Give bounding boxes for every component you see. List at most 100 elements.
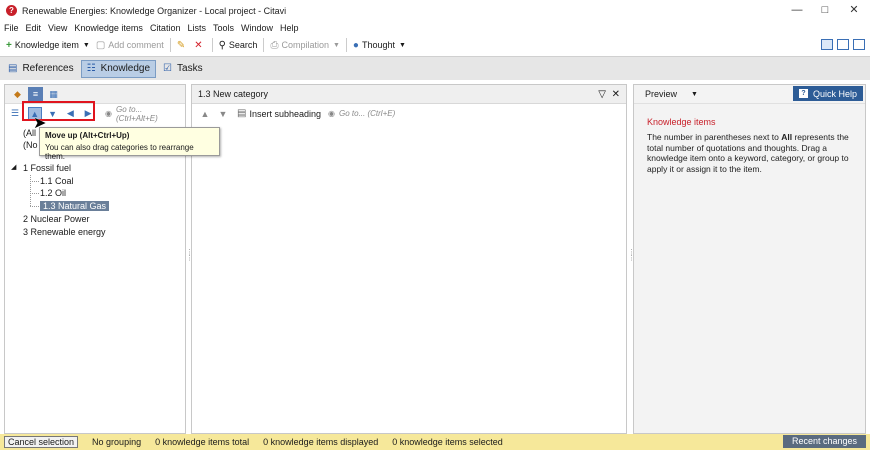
layout-view-1-button[interactable] (821, 39, 833, 50)
tree-item-renewable-energy[interactable]: 3 Renewable energy (23, 227, 106, 237)
preview-header: Preview ▼ ? Quick Help (634, 85, 865, 104)
toolbar-separator (263, 38, 265, 52)
main-toolbar: + Knowledge item ▼ ▢ Add comment ✎ ✕ ⚲ S… (0, 36, 870, 54)
delete-icon: ✕ (194, 39, 203, 51)
tree-connector (30, 181, 39, 182)
maximize-button[interactable]: □ (811, 0, 839, 21)
knowledge-items-panel: 1.3 New category ▽ ✕ ▲ ▼ ▤ Insert subhea… (191, 84, 627, 434)
keywords-tab[interactable]: ◆ (10, 87, 25, 102)
add-category-button[interactable]: ☰ (8, 107, 22, 121)
menu-knowledge-items[interactable]: Knowledge items (74, 23, 143, 33)
quick-help-label: Quick Help (812, 88, 857, 99)
subheading-icon: ▤ (237, 108, 247, 119)
close-window-button[interactable]: ✕ (840, 0, 868, 21)
right-splitter-handle[interactable]: ⋮ ⋮ (628, 249, 635, 268)
lightbulb-icon: ● (352, 39, 359, 51)
arrow-down-icon: ▼ (218, 108, 228, 119)
help-text-bold: All (781, 132, 793, 142)
quick-help-button[interactable]: ? Quick Help (792, 86, 863, 101)
thought-button[interactable]: ● Thought ▼ (350, 37, 409, 53)
preview-dropdown[interactable]: Preview (645, 89, 677, 99)
toolbar-separator (345, 38, 347, 52)
total-status: 0 knowledge items total (155, 437, 250, 447)
insert-subheading-label: Insert subheading (249, 108, 322, 119)
tree-item-natural-gas[interactable]: 1.3 Natural Gas (40, 201, 110, 211)
filter-icon[interactable]: ▽ (598, 89, 606, 100)
left-splitter-handle[interactable]: ⋮ ⋮ (186, 249, 193, 268)
tree-item-nuclear-power[interactable]: 2 Nuclear Power (23, 214, 90, 224)
groups-tab[interactable]: ▦ (46, 87, 61, 102)
citavi-logo-icon: ? (6, 5, 17, 16)
categories-icon: ≡ (32, 89, 39, 99)
goto-placeholder: Go to... (Ctrl+E) (339, 109, 396, 118)
cancel-selection-button[interactable]: Cancel selection (4, 436, 79, 448)
toolbar-separator (169, 38, 171, 52)
compilation-button[interactable]: ⎙ Compilation ▼ (267, 37, 342, 53)
status-bar: Cancel selection No grouping 0 knowledge… (0, 434, 870, 450)
search-label: Search (228, 40, 258, 50)
edit-button[interactable]: ✎ (174, 37, 191, 53)
knowledge-item-label: Knowledge item (14, 40, 79, 50)
menu-bar: File Edit View Knowledge items Citation … (0, 21, 870, 35)
menu-lists[interactable]: Lists (187, 23, 206, 33)
goto-category-input[interactable]: ◉ Go to... (Ctrl+Alt+E) (105, 105, 185, 123)
tab-tasks-label: Tasks (177, 63, 203, 74)
tree-connector (30, 206, 39, 207)
goto-icon: ◉ (105, 109, 112, 118)
grouping-status: No grouping (92, 437, 142, 447)
menu-edit[interactable]: Edit (26, 23, 42, 33)
layout-view-2-button[interactable] (837, 39, 849, 50)
thought-label: Thought (361, 40, 395, 50)
outline-down-button[interactable]: ▼ (216, 107, 230, 121)
tree-item-coal[interactable]: 1.1 Coal (40, 176, 74, 186)
add-category-icon: ☰ (10, 108, 19, 118)
tree-item-fossil-fuel[interactable]: 1 Fossil fuel (23, 163, 71, 173)
delete-button[interactable]: ✕ (191, 37, 208, 53)
tree-connector (30, 193, 39, 194)
plus-icon: + (6, 39, 12, 51)
tab-references[interactable]: ▤ References (3, 60, 79, 78)
tab-tasks[interactable]: ☑ Tasks (158, 60, 208, 78)
categories-tab[interactable]: ≡ (28, 86, 43, 102)
menu-view[interactable]: View (48, 23, 67, 33)
new-knowledge-item-button[interactable]: + Knowledge item ▼ (3, 37, 93, 53)
move-up-tooltip: Move up (Alt+Ctrl+Up) You can also drag … (39, 127, 220, 161)
goto-placeholder: Go to... (Ctrl+Alt+E) (116, 104, 158, 123)
menu-file[interactable]: File (4, 23, 19, 33)
menu-citation[interactable]: Citation (150, 23, 181, 33)
tab-knowledge-label: Knowledge (100, 63, 151, 74)
search-button[interactable]: ⚲ Search (216, 37, 261, 53)
minimize-button[interactable]: — (783, 0, 811, 21)
tab-knowledge[interactable]: ☷ Knowledge (80, 59, 157, 78)
menu-tools[interactable]: Tools (213, 23, 234, 33)
printer-icon: ⎙ (270, 39, 279, 51)
tab-references-label: References (22, 63, 74, 74)
layout-view-3-button[interactable] (853, 39, 865, 50)
menu-window[interactable]: Window (241, 23, 273, 33)
add-comment-button[interactable]: ▢ Add comment (93, 37, 167, 53)
goto-item-input[interactable]: ◉ Go to... (Ctrl+E) (328, 109, 395, 118)
collapse-toggle-icon[interactable]: ◢ (11, 163, 16, 171)
recent-changes-button[interactable]: Recent changes (782, 435, 866, 448)
compilation-label: Compilation (281, 40, 329, 50)
tooltip-title: Move up (Alt+Ctrl+Up) (45, 131, 130, 140)
section-tabs: ▤ References ☷ Knowledge ☑ Tasks (0, 56, 870, 80)
close-icon[interactable]: ✕ (612, 89, 620, 100)
search-icon: ⚲ (218, 39, 226, 51)
tree-item-oil[interactable]: 1.2 Oil (40, 188, 66, 198)
chevron-down-icon: ▼ (82, 41, 90, 49)
insert-subheading-button[interactable]: ▤ Insert subheading (234, 106, 324, 122)
category-header: 1.3 New category ▽ ✕ (192, 85, 626, 104)
title-bar: ? Renewable Energies: Knowledge Organize… (0, 0, 870, 21)
add-comment-label: Add comment (108, 40, 164, 50)
mouse-pointer-icon: ➤ (33, 115, 47, 132)
groups-icon: ▦ (49, 88, 58, 99)
books-icon: ▤ (8, 63, 18, 74)
menu-help[interactable]: Help (280, 23, 299, 33)
comment-icon: ▢ (95, 39, 106, 51)
keyword-icon: ◆ (14, 88, 21, 99)
category-title: 1.3 New category (198, 89, 269, 99)
outline-up-button[interactable]: ▲ (198, 107, 212, 121)
help-text-part: The number in parentheses next to (647, 132, 782, 142)
chevron-down-icon[interactable]: ▼ (691, 91, 698, 98)
